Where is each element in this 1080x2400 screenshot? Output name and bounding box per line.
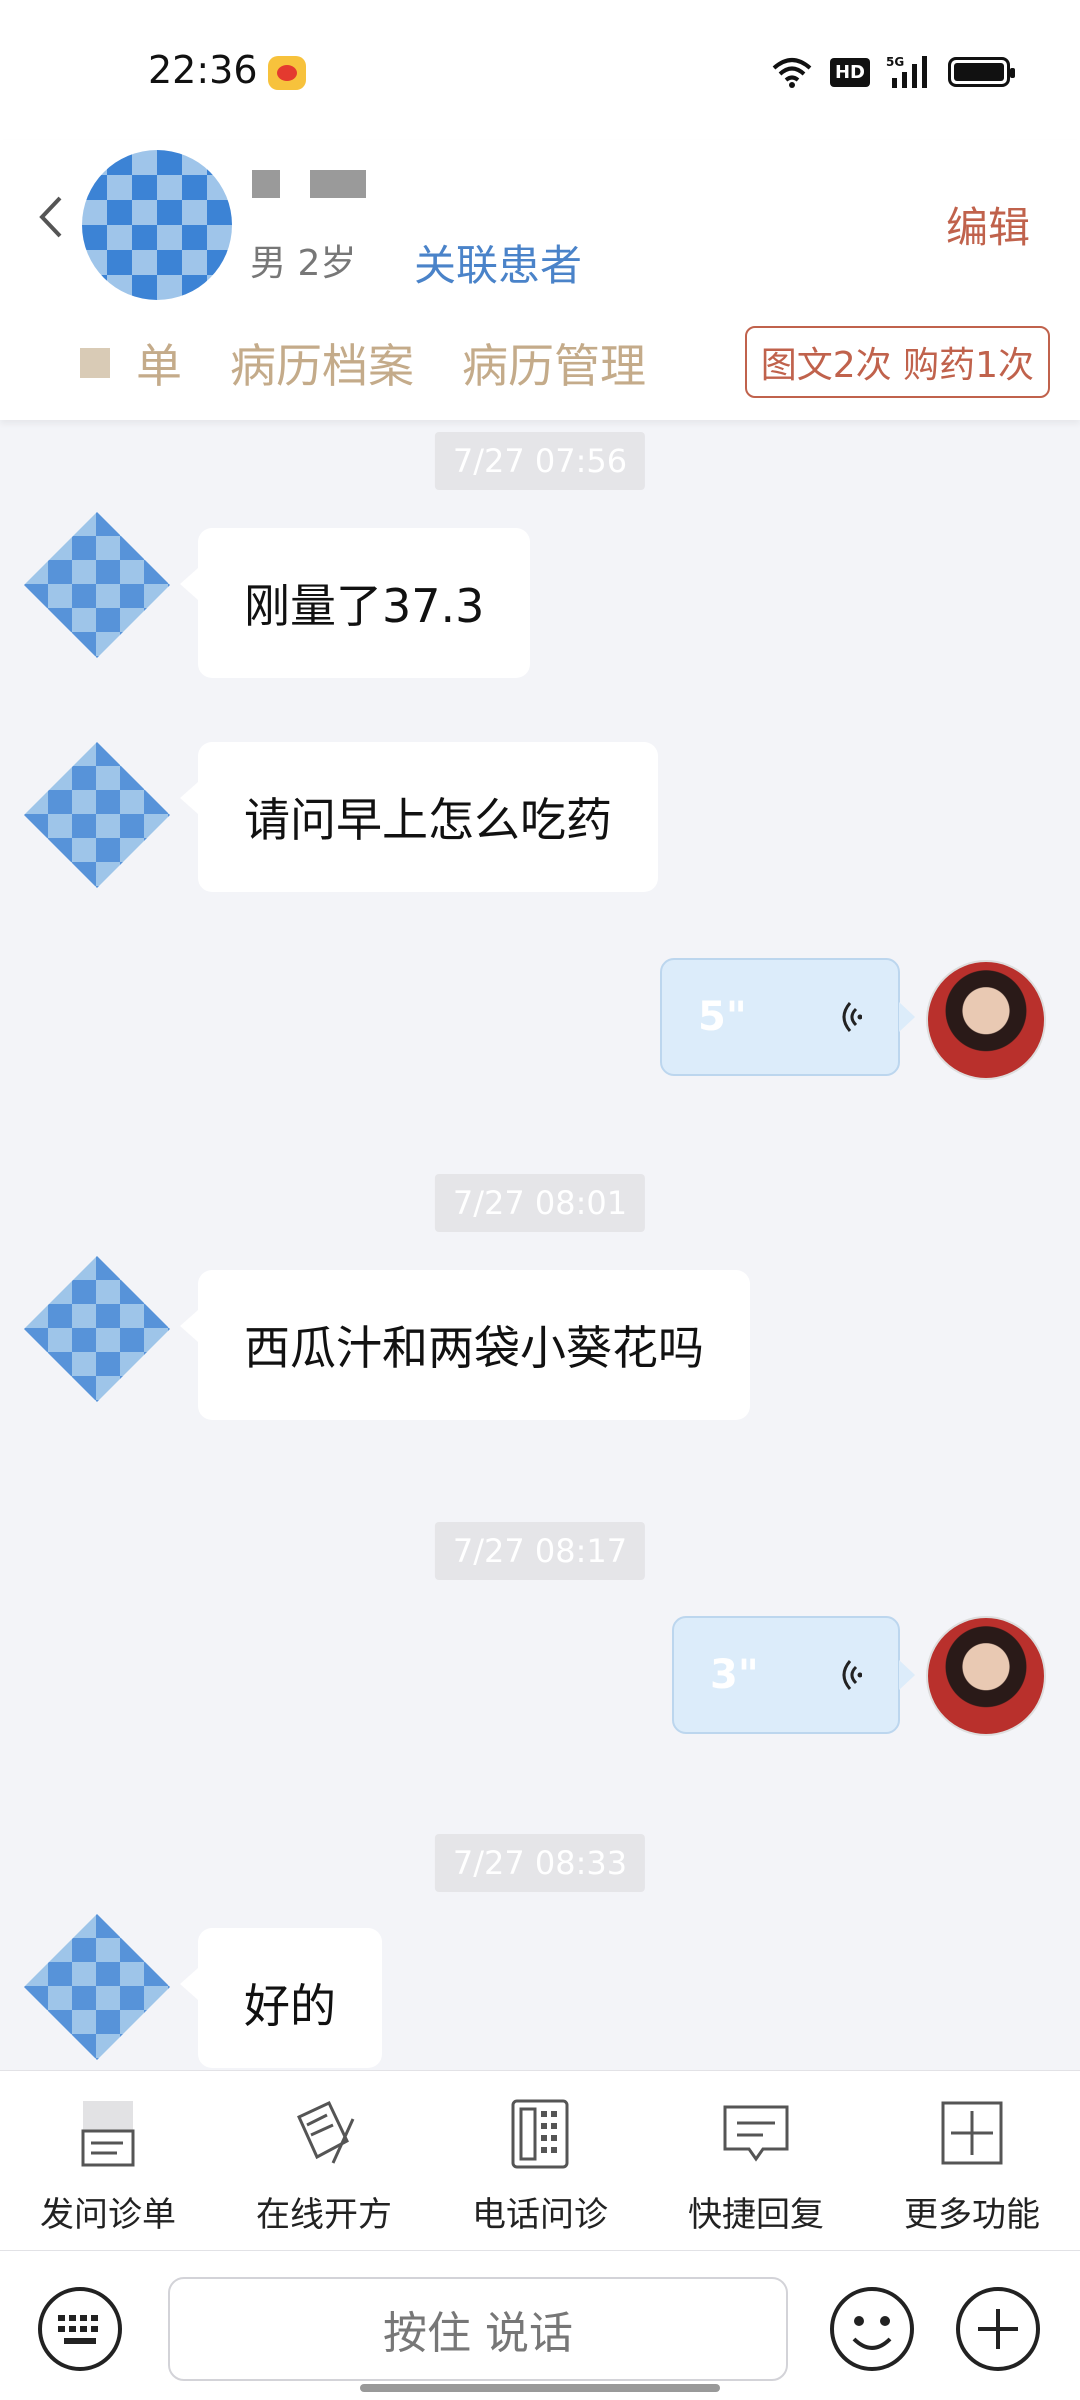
tab-order[interactable]: 单 <box>136 330 182 396</box>
phone-icon <box>511 2099 569 2169</box>
message-icon <box>723 2105 789 2162</box>
message-bubble[interactable]: 西瓜汁和两袋小葵花吗 <box>180 1270 750 1420</box>
status-icons: HD 5G <box>770 52 1015 92</box>
svg-text:5G: 5G <box>886 55 904 69</box>
add-attachment-icon[interactable] <box>954 2285 1042 2373</box>
tool-label: 更多功能 <box>904 2195 1040 2235</box>
timestamp: 7/27 08:01 <box>434 1174 646 1232</box>
voice-duration: 3" <box>710 1652 759 1698</box>
back-icon[interactable] <box>34 192 68 242</box>
doctor-avatar <box>926 1616 1046 1736</box>
patient-avatar-small <box>24 1256 170 1402</box>
voice-message[interactable]: 3" <box>672 1616 915 1734</box>
tool-label: 快捷回复 <box>688 2195 824 2235</box>
patient-header: 男 2岁 关联患者 编辑 单 病历档案 病历管理 图文2次 购药1次 <box>0 140 1080 420</box>
tab-redacted-prefix <box>80 348 110 378</box>
patient-gender-age: 男 2岁 <box>250 243 357 284</box>
message-bubble[interactable]: 好的 <box>180 1928 382 2068</box>
voice-wave-icon <box>842 1002 862 1032</box>
tool-quick-reply[interactable]: 快捷回复 <box>648 2071 864 2250</box>
tab-record-management[interactable]: 病历管理 <box>462 330 646 396</box>
keyboard-icon[interactable] <box>36 2285 124 2373</box>
doctor-avatar <box>926 960 1046 1080</box>
service-count-badge[interactable]: 图文2次 购药1次 <box>744 326 1050 398</box>
tool-label: 发问诊单 <box>40 2195 176 2235</box>
status-time: 22:36 <box>148 48 258 92</box>
tool-online-prescription[interactable]: 在线开方 <box>216 2071 432 2250</box>
signal-icon: 5G <box>886 55 927 88</box>
battery-icon <box>948 57 1015 87</box>
message-bubble[interactable]: 刚量了37.3 <box>179 528 531 678</box>
wifi-icon <box>770 54 814 90</box>
timestamp: 7/27 08:33 <box>434 1834 646 1892</box>
patient-name-redacted <box>252 170 366 198</box>
patient-avatar-small <box>24 512 170 658</box>
home-indicator[interactable] <box>360 2384 720 2392</box>
voice-duration: 5" <box>698 994 747 1040</box>
tool-label: 在线开方 <box>256 2195 392 2235</box>
timestamp: 7/27 08:17 <box>434 1522 646 1580</box>
prescription-icon <box>297 2101 355 2164</box>
status-bar: 22:36 HD 5G <box>0 0 1080 140</box>
tab-medical-records[interactable]: 病历档案 <box>230 330 414 396</box>
emoji-icon[interactable] <box>828 2285 916 2373</box>
form-icon <box>81 2101 135 2167</box>
edit-button[interactable]: 编辑 <box>946 194 1030 255</box>
voice-message[interactable]: 5" <box>660 958 915 1076</box>
tool-send-questionnaire[interactable]: 发问诊单 <box>0 2071 216 2250</box>
voice-wave-icon <box>842 1660 862 1690</box>
tool-label: 电话问诊 <box>472 2195 608 2235</box>
plus-square-icon <box>941 2101 1003 2165</box>
timestamp: 7/27 07:56 <box>434 432 646 490</box>
consult-toolbar: 发问诊单 在线开方 电话问诊 快捷回复 更多功能 <box>0 2070 1080 2250</box>
weibo-notification-icon <box>268 56 306 90</box>
header-tabs: 单 病历档案 病历管理 <box>80 330 694 396</box>
patient-avatar-small <box>24 1914 170 2060</box>
message-bubble[interactable]: 请问早上怎么吃药 <box>180 742 658 892</box>
hold-to-talk-button[interactable]: 按住 说话 <box>168 2277 788 2381</box>
hd-icon: HD <box>829 57 870 87</box>
patient-avatar <box>82 150 232 300</box>
tool-more-functions[interactable]: 更多功能 <box>864 2071 1080 2250</box>
tool-phone-consult[interactable]: 电话问诊 <box>432 2071 648 2250</box>
input-bar: 按住 说话 <box>0 2250 1080 2400</box>
link-patient-button[interactable]: 关联患者 <box>414 232 582 293</box>
patient-avatar-small <box>24 742 170 888</box>
